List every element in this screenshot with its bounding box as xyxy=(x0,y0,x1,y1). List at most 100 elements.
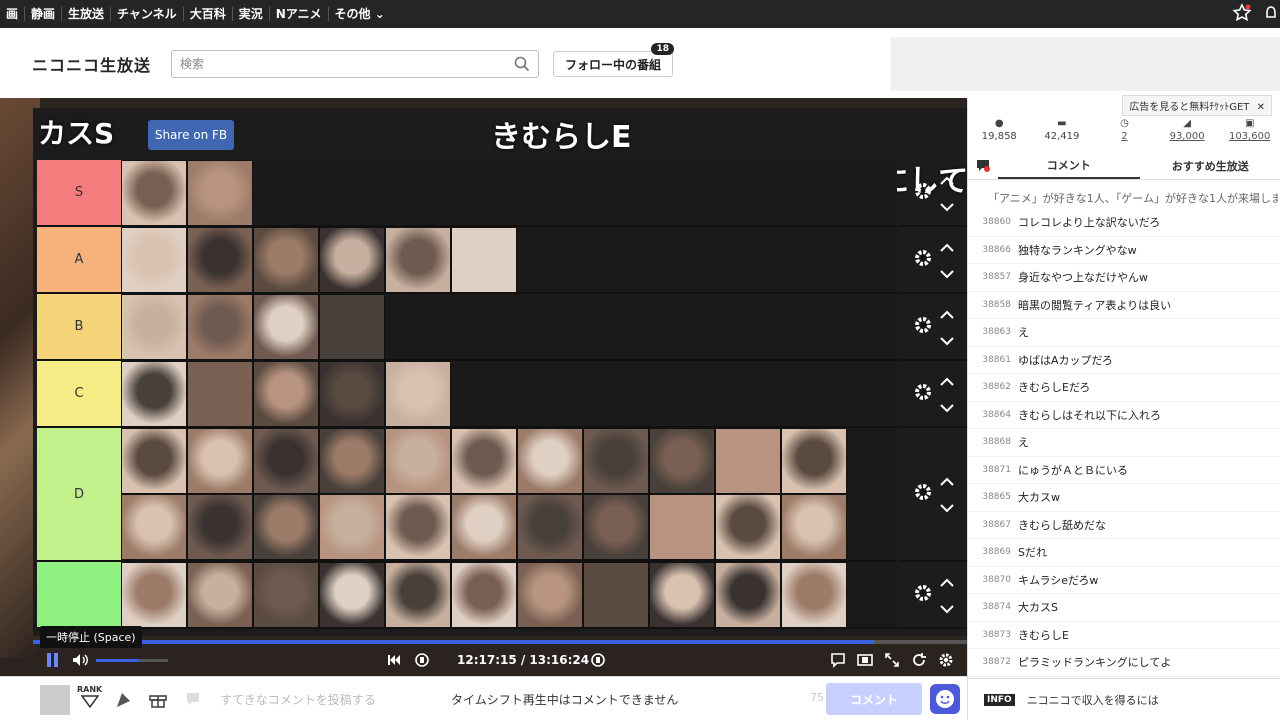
tier-item-portrait[interactable] xyxy=(781,562,847,628)
chevron-up-icon[interactable] xyxy=(940,237,954,256)
nav-item-dic[interactable]: 大百科 xyxy=(184,7,233,21)
tier-settings-icon[interactable] xyxy=(912,247,934,273)
comment-row[interactable]: 38863 え xyxy=(968,319,1280,347)
chevron-up-icon[interactable] xyxy=(940,371,954,390)
tier-item-portrait[interactable] xyxy=(187,428,253,494)
comment-row[interactable]: 38874 大カスS xyxy=(968,594,1280,622)
tier-item-portrait[interactable] xyxy=(517,494,583,560)
comment-command-icon[interactable] xyxy=(185,691,201,711)
tier-settings-icon[interactable] xyxy=(912,180,934,206)
tier-item-portrait[interactable] xyxy=(715,494,781,560)
close-icon[interactable]: ✕ xyxy=(1257,102,1265,113)
chevron-up-icon[interactable] xyxy=(940,170,954,189)
stat-timeshift[interactable]: ◷ 2 xyxy=(1093,118,1156,148)
post-comment-button[interactable]: コメント xyxy=(826,683,922,715)
star-icon[interactable] xyxy=(1232,2,1252,26)
tier-item-portrait[interactable] xyxy=(253,294,319,360)
fullscreen-icon[interactable] xyxy=(883,651,901,673)
info-bar[interactable]: INFO ニコニコで収入を得るには xyxy=(968,678,1280,720)
tier-item-portrait[interactable] xyxy=(253,494,319,560)
pause-icon[interactable] xyxy=(45,651,61,673)
tier-item-portrait[interactable] xyxy=(583,428,649,494)
following-programs-button[interactable]: フォロー中の番組 18 xyxy=(553,43,674,77)
chevron-up-icon[interactable] xyxy=(940,471,954,490)
nav-item-live[interactable]: 生放送 xyxy=(62,7,112,21)
chevron-up-icon[interactable] xyxy=(940,304,954,323)
tier-item-portrait[interactable] xyxy=(715,562,781,628)
tier-item-portrait[interactable] xyxy=(121,562,187,628)
tier-item-portrait[interactable] xyxy=(319,428,385,494)
comment-row[interactable]: 38862 きむらしEだろ xyxy=(968,374,1280,402)
search-icon[interactable] xyxy=(514,56,530,76)
comment-row[interactable]: 38873 きむらしE xyxy=(968,622,1280,649)
nav-item-ga[interactable]: 画 xyxy=(0,7,26,21)
video-frame[interactable]: Share on FB カスS きむらしE ピラミッドランキングにして SABC… xyxy=(33,108,967,636)
tier-item-portrait[interactable] xyxy=(121,160,187,226)
tab-recommended[interactable]: おすすめ生放送 xyxy=(1140,152,1280,179)
tier-item-portrait[interactable] xyxy=(253,361,319,427)
tier-item-portrait[interactable] xyxy=(451,562,517,628)
tier-item-portrait[interactable] xyxy=(781,428,847,494)
comment-toggle-icon[interactable] xyxy=(829,651,847,673)
tier-item-portrait[interactable] xyxy=(583,494,649,560)
tier-item-portrait[interactable] xyxy=(319,562,385,628)
reload-icon[interactable] xyxy=(910,651,928,673)
tier-item-portrait[interactable] xyxy=(187,361,253,427)
stat-gift-points[interactable]: ▣ 103,600 xyxy=(1218,118,1280,148)
volume-slider[interactable] xyxy=(96,659,168,662)
gift-party-icon[interactable] xyxy=(114,689,134,713)
tier-item-portrait[interactable] xyxy=(121,361,187,427)
forward-10-icon[interactable] xyxy=(589,651,607,673)
stat-ad-points[interactable]: ◢ 93,000 xyxy=(1156,118,1219,148)
tier-item-portrait[interactable] xyxy=(385,227,451,293)
tier-item-portrait[interactable] xyxy=(451,494,517,560)
tier-item-portrait[interactable] xyxy=(319,227,385,293)
comment-row[interactable]: 38870 キムラシeだろw xyxy=(968,567,1280,594)
tier-item-portrait[interactable] xyxy=(517,562,583,628)
tier-item-portrait[interactable] xyxy=(187,494,253,560)
search-input[interactable] xyxy=(172,51,502,77)
rewind-10-icon[interactable] xyxy=(413,651,431,673)
comment-row[interactable]: 38871 にゅうがＡとＢにいる xyxy=(968,457,1280,484)
comment-row[interactable]: 38869 Sだれ xyxy=(968,539,1280,567)
volume-icon[interactable] xyxy=(71,651,89,673)
tab-comments[interactable]: コメント xyxy=(998,152,1140,179)
tier-item-portrait[interactable] xyxy=(319,494,385,560)
nav-item-jikkyo[interactable]: 実況 xyxy=(233,7,270,21)
nicolive-logo[interactable]: ニコニコ生放送 xyxy=(32,52,151,76)
tier-item-portrait[interactable] xyxy=(121,227,187,293)
nav-item-channel[interactable]: チャンネル xyxy=(111,7,184,21)
tier-item-portrait[interactable] xyxy=(319,361,385,427)
tier-item-portrait[interactable] xyxy=(121,428,187,494)
skip-to-start-icon[interactable] xyxy=(385,651,403,673)
chevron-down-icon[interactable] xyxy=(940,331,954,350)
comment-panel-icon[interactable] xyxy=(968,152,998,179)
emotion-button[interactable] xyxy=(930,684,960,714)
comment-input-placeholder[interactable]: すてきなコメントを投稿する xyxy=(220,691,376,708)
tier-item-portrait[interactable] xyxy=(649,562,715,628)
comment-row[interactable]: 38867 きむらし舐めだな xyxy=(968,512,1280,539)
tier-item-portrait[interactable] xyxy=(253,227,319,293)
settings-gear-icon[interactable] xyxy=(937,651,955,673)
tier-item-portrait[interactable] xyxy=(715,428,781,494)
theater-mode-icon[interactable] xyxy=(856,651,874,673)
tier-item-portrait[interactable] xyxy=(121,294,187,360)
comment-row[interactable]: 38864 きむらしはそれ以下に入れろ xyxy=(968,402,1280,429)
chevron-down-icon[interactable] xyxy=(940,498,954,517)
tier-item-portrait[interactable] xyxy=(187,294,253,360)
ad-ticket-tip[interactable]: 広告を見ると無料ﾁｹｯﾄGET ✕ xyxy=(1122,95,1272,116)
tier-item-portrait[interactable] xyxy=(385,428,451,494)
tier-item-portrait[interactable] xyxy=(649,428,715,494)
tier-settings-icon[interactable] xyxy=(912,381,934,407)
tier-item-portrait[interactable] xyxy=(385,494,451,560)
tier-item-portrait[interactable] xyxy=(781,494,847,560)
rank-button[interactable]: RANK xyxy=(77,685,102,710)
tier-item-portrait[interactable] xyxy=(187,227,253,293)
chevron-down-icon[interactable] xyxy=(940,398,954,417)
chevron-down-icon[interactable] xyxy=(940,264,954,283)
tier-settings-icon[interactable] xyxy=(912,314,934,340)
tier-item-portrait[interactable] xyxy=(187,160,253,226)
tier-settings-icon[interactable] xyxy=(912,582,934,608)
channel-thumbnail[interactable] xyxy=(40,685,70,715)
tier-item-portrait[interactable] xyxy=(253,562,319,628)
